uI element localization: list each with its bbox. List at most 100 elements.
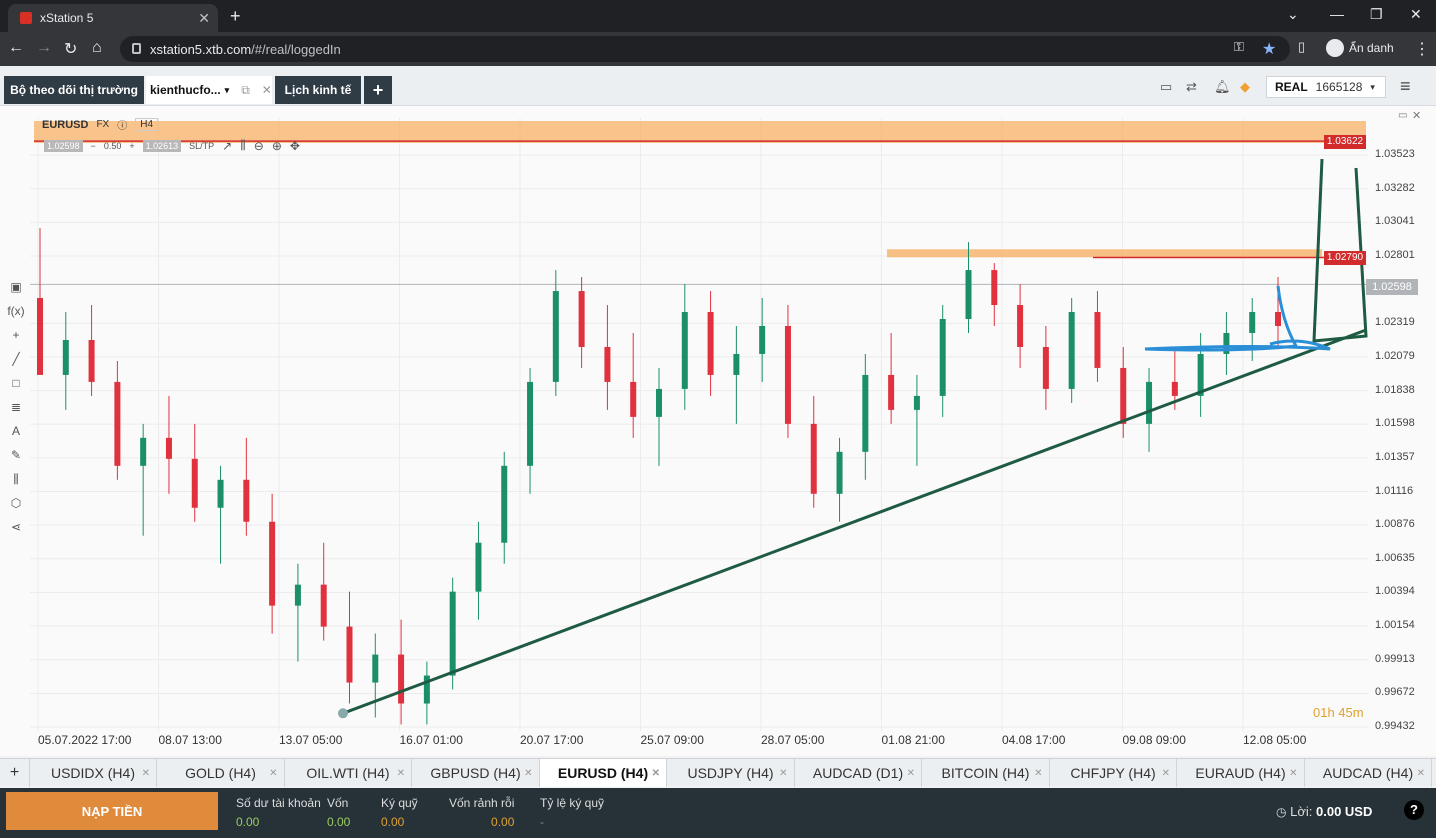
instrument-tab[interactable]: BITCOIN (H4) ✕ xyxy=(923,759,1050,787)
candles-icon[interactable]: ⫼ xyxy=(240,138,246,153)
margin-level-value: - xyxy=(540,815,544,829)
close-window-button[interactable]: ✕ xyxy=(1410,6,1422,23)
plus-icon[interactable]: + xyxy=(129,141,134,151)
minimize-button[interactable]: — xyxy=(1330,6,1344,22)
toggle-icon[interactable]: ▣ xyxy=(6,280,26,304)
browser-menu-icon[interactable]: ⋮ xyxy=(1414,39,1430,59)
help-icon[interactable]: ? xyxy=(1404,800,1424,820)
instrument-tab[interactable]: CHFJPY (H4) ✕ xyxy=(1050,759,1177,787)
browser-tab[interactable]: xStation 5 ✕ xyxy=(8,4,218,32)
symbol-name[interactable]: EURUSD xyxy=(42,119,88,131)
y-tick-label: 1.03282 xyxy=(1375,181,1415,194)
instrument-tab[interactable]: USDIDX (H4) ✕ xyxy=(30,759,157,787)
incognito-icon xyxy=(1326,39,1344,57)
close-icon[interactable]: ✕ xyxy=(1034,768,1042,779)
reload-icon[interactable]: ↻ xyxy=(64,39,77,59)
text-tool-icon[interactable]: A xyxy=(6,424,26,448)
y-tick-label: 1.00635 xyxy=(1375,551,1415,564)
tab-economic-calendar[interactable]: Lịch kinh tế xyxy=(275,76,361,104)
candle-body xyxy=(1017,305,1024,347)
close-chart-icon[interactable]: ✕ xyxy=(1412,109,1421,122)
close-icon[interactable]: ✕ xyxy=(1417,768,1425,779)
minus-icon[interactable]: − xyxy=(91,141,96,151)
cube-icon[interactable]: ⬡ xyxy=(6,496,26,520)
minimize-chart-icon[interactable]: ▭ xyxy=(1398,110,1407,121)
home-icon[interactable]: ⌂ xyxy=(92,39,102,57)
close-icon[interactable]: ✕ xyxy=(524,768,532,779)
instrument-tab[interactable]: EURUSD (H4) ✕ xyxy=(540,759,667,787)
bell-icon[interactable]: 🔔︎ xyxy=(1214,79,1231,95)
new-tab-button[interactable]: + xyxy=(230,6,241,27)
add-tab-button[interactable]: + xyxy=(364,76,392,104)
bookmark-star-icon[interactable]: ★ xyxy=(1262,39,1276,59)
close-icon[interactable]: ✕ xyxy=(652,768,660,779)
instrument-tab[interactable]: GOLD (H4) ✕ xyxy=(158,759,285,787)
close-icon[interactable]: ✕ xyxy=(397,768,405,779)
fibonacci-icon[interactable]: ≣ xyxy=(6,400,26,424)
share-icon[interactable]: ⋖ xyxy=(6,520,26,544)
timeframe-select[interactable]: H4 xyxy=(135,118,159,131)
sidebar-icon[interactable]: ▯ xyxy=(1298,39,1305,55)
ask-price[interactable]: 1.02613 xyxy=(142,139,182,152)
close-icon[interactable]: ✕ xyxy=(1289,768,1297,779)
add-instrument-button[interactable]: + xyxy=(0,759,30,787)
tab-search-icon[interactable]: ⌄ xyxy=(1287,6,1299,23)
incognito-profile[interactable]: Ẩn danh xyxy=(1326,39,1394,57)
x-tick-label: 08.07 13:00 xyxy=(158,733,222,747)
indicators-icon[interactable]: f(x) xyxy=(6,304,26,328)
layout-icon[interactable]: ▭ xyxy=(1160,79,1172,95)
back-icon[interactable]: ← xyxy=(8,39,24,57)
instrument-tab[interactable]: USDJPY (H4) ✕ xyxy=(668,759,795,787)
info-icon[interactable]: ⓘ xyxy=(117,117,127,132)
deposit-button[interactable]: NẠP TIỀN xyxy=(6,792,218,830)
trendline-anchor xyxy=(338,708,348,719)
candle-body xyxy=(707,312,714,375)
trend-icon[interactable]: ↗ xyxy=(222,139,232,153)
close-icon[interactable]: ✕ xyxy=(262,83,272,97)
instrument-tab[interactable]: AUDCAD (D1) ✕ xyxy=(795,759,922,787)
close-icon[interactable]: ✕ xyxy=(1162,768,1170,779)
x-tick-label: 13.07 05:00 xyxy=(279,733,343,747)
account-selector[interactable]: REAL 1665128 ▾ xyxy=(1266,76,1386,98)
candle-body xyxy=(1094,312,1101,368)
profile-label: Ẩn danh xyxy=(1349,41,1394,55)
key-icon[interactable]: ⚿ xyxy=(1234,39,1244,55)
rectangle-tool-icon[interactable]: □ xyxy=(6,376,26,400)
hamburger-menu-icon[interactable]: ≡ xyxy=(1400,76,1411,97)
close-tab-icon[interactable]: ✕ xyxy=(198,10,210,27)
crosshair-icon[interactable]: + xyxy=(6,328,26,352)
candle-body xyxy=(604,346,611,382)
zoom-out-icon[interactable]: ⊖ xyxy=(254,139,264,153)
candle-body xyxy=(939,319,946,396)
candles-settings-icon[interactable]: ⫼ xyxy=(6,472,26,496)
price-chart[interactable] xyxy=(0,106,1436,756)
line-tool-icon[interactable]: ╱ xyxy=(6,352,26,376)
candle-body xyxy=(88,339,95,382)
tab-kienthuc[interactable]: kienthucfo... ▾ ⧉ ✕ xyxy=(146,76,272,104)
move-icon[interactable]: ✥ xyxy=(290,139,300,153)
pencil-icon[interactable]: ✎ xyxy=(6,448,26,472)
close-icon[interactable]: ✕ xyxy=(269,768,277,779)
sltp-button[interactable]: SL/TP xyxy=(189,141,214,151)
url-field[interactable]: xstation5.xtb.com/#/real/loggedIn xyxy=(120,36,1290,62)
free-margin-label: Vốn rảnh rỗi xyxy=(449,796,515,810)
instrument-tab[interactable]: GBPUSD (H4) ✕ xyxy=(413,759,540,787)
instrument-tab-label: GOLD (H4) xyxy=(185,765,256,781)
maximize-button[interactable]: ❐ xyxy=(1370,6,1383,23)
forward-icon[interactable]: → xyxy=(36,39,52,57)
popout-icon[interactable]: ⧉ xyxy=(241,83,250,98)
close-icon[interactable]: ✕ xyxy=(779,768,787,779)
instrument-tab[interactable]: EURAUD (H4) ✕ xyxy=(1178,759,1305,787)
tag-icon[interactable]: ◆ xyxy=(1240,79,1250,95)
zoom-in-icon[interactable]: ⊕ xyxy=(272,139,282,153)
candle-body xyxy=(1068,312,1075,389)
tab-market-watch[interactable]: Bộ theo dõi thị trường xyxy=(4,76,144,104)
y-tick-label: 1.01838 xyxy=(1375,383,1415,396)
close-icon[interactable]: ✕ xyxy=(907,768,915,779)
instrument-tab[interactable]: AUDCAD (H4) ✕ xyxy=(1305,759,1432,787)
bid-price[interactable]: 1.02598 xyxy=(44,139,83,152)
lot-size[interactable]: 0.50 xyxy=(104,141,122,151)
instrument-tab[interactable]: OIL.WTI (H4) ✕ xyxy=(285,759,412,787)
dollar-swap-icon[interactable]: ⇄ xyxy=(1186,79,1197,95)
close-icon[interactable]: ✕ xyxy=(142,768,150,779)
